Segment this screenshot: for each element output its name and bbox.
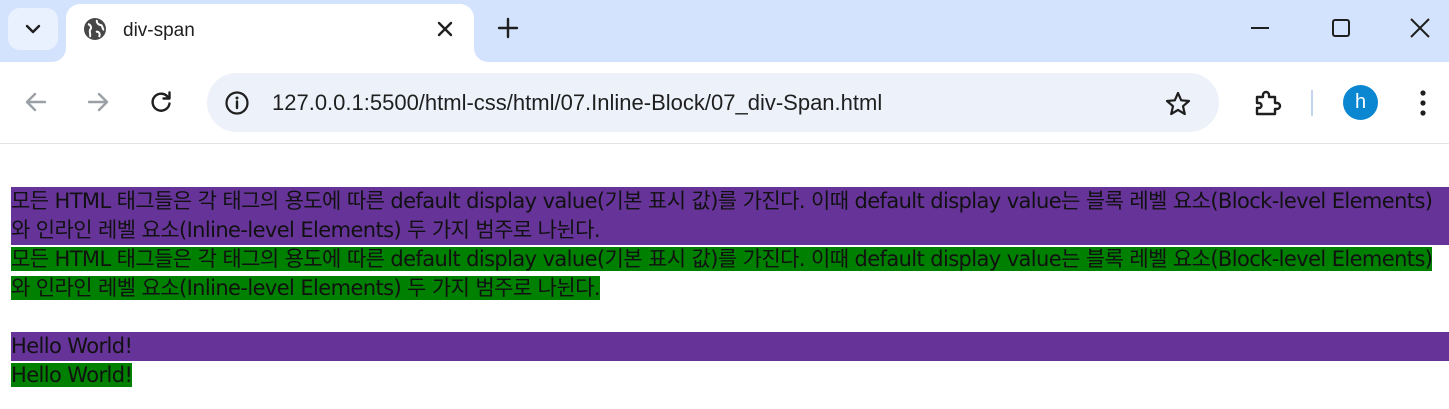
address-bar[interactable]: 127.0.0.1:5500/html-css/html/07.Inline-B…	[207, 73, 1219, 132]
close-window-button[interactable]	[1400, 8, 1440, 48]
more-vertical-icon	[1420, 90, 1426, 116]
site-info-button[interactable]	[223, 89, 251, 117]
div-paragraph: 모든 HTML 태그들은 각 태그의 용도에 따른 default displa…	[11, 187, 1449, 245]
url-text[interactable]: 127.0.0.1:5500/html-css/html/07.Inline-B…	[272, 90, 882, 116]
puzzle-icon	[1255, 90, 1282, 116]
span-paragraph: 모든 HTML 태그들은 각 태그의 용도에 따른 default displa…	[11, 247, 1433, 300]
close-icon	[437, 21, 453, 37]
new-tab-button[interactable]	[492, 12, 524, 44]
forward-button[interactable]	[78, 82, 118, 122]
reload-icon	[151, 91, 171, 112]
browser-menu-button[interactable]	[1404, 84, 1442, 122]
hello-span: Hello World!	[11, 363, 133, 387]
maximize-icon	[1332, 19, 1350, 37]
tab-strip: div-span	[0, 0, 1449, 62]
span-paragraph-wrapper: 모든 HTML 태그들은 각 태그의 용도에 따른 default displa…	[11, 245, 1449, 303]
reload-button[interactable]	[141, 82, 181, 122]
browser-toolbar: 127.0.0.1:5500/html-css/html/07.Inline-B…	[0, 62, 1449, 144]
plus-icon	[497, 17, 519, 39]
line-break	[11, 303, 1449, 332]
globe-icon	[84, 18, 106, 40]
arrow-left-icon	[25, 92, 47, 112]
maximize-button[interactable]	[1321, 8, 1361, 48]
minimize-button[interactable]	[1240, 8, 1280, 48]
tab-title: div-span	[123, 20, 195, 41]
close-window-icon	[1410, 18, 1430, 38]
info-icon	[225, 91, 249, 115]
toolbar-divider	[1311, 90, 1313, 116]
page-content: 모든 HTML 태그들은 각 태그의 용도에 따른 default displa…	[11, 187, 1449, 390]
star-icon	[1165, 91, 1191, 116]
back-button[interactable]	[16, 82, 56, 122]
arrow-right-icon	[87, 92, 109, 112]
chevron-down-icon	[25, 24, 41, 34]
active-tab[interactable]: div-span	[66, 4, 474, 62]
bookmark-button[interactable]	[1162, 88, 1194, 120]
hello-div: Hello World!	[11, 332, 1449, 361]
profile-avatar[interactable]: h	[1343, 85, 1378, 120]
tab-close-button[interactable]	[432, 16, 458, 42]
tab-search-button[interactable]	[8, 8, 58, 50]
extensions-button[interactable]	[1248, 84, 1286, 122]
hello-span-wrapper: Hello World!	[11, 361, 1449, 390]
minimize-icon	[1251, 27, 1269, 29]
